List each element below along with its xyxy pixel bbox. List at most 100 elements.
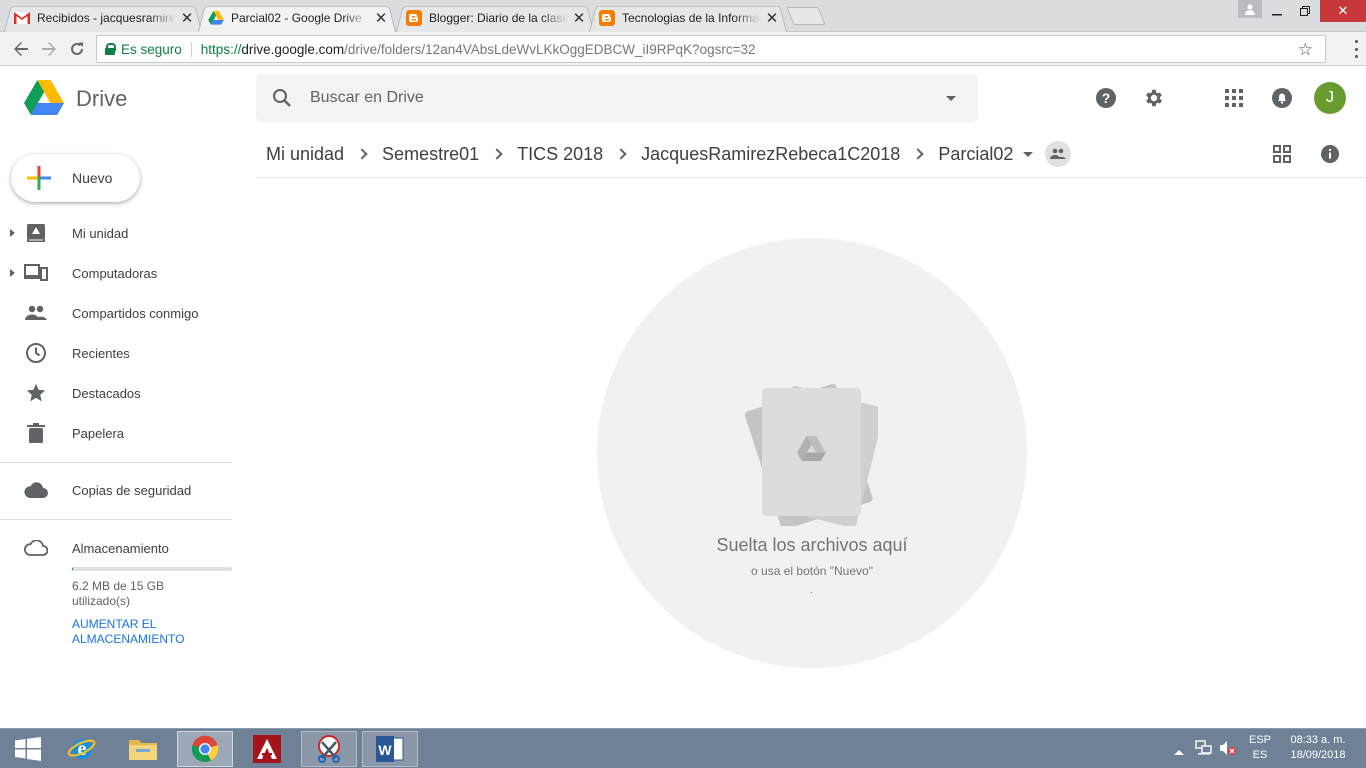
secure-label: Es seguro [121, 41, 192, 57]
shared-folder-people-icon[interactable] [1045, 141, 1072, 167]
sidebar-item-computadoras[interactable]: Computadoras [0, 253, 232, 293]
volume-muted-icon[interactable] [1219, 740, 1237, 761]
url-host: drive.google.com [241, 41, 345, 57]
plus-icon [27, 166, 51, 190]
back-arrow-icon[interactable] [10, 38, 32, 60]
breadcrumb-tics-2018[interactable]: TICS 2018 [517, 144, 603, 165]
sidebar-item-almacenamiento[interactable]: Almacenamiento [0, 528, 232, 568]
upgrade-storage-link[interactable]: Aumentar el almacenamiento [72, 617, 222, 647]
browser-tab-blogger-1[interactable]: Blogger: Diario de la clase ✕ [396, 4, 594, 32]
sidebar-item-copias-seguridad[interactable]: Copias de seguridad [0, 470, 232, 510]
lock-icon [105, 43, 116, 55]
sidebar-item-label: Almacenamiento [72, 540, 169, 556]
storage-progress-fill [72, 567, 73, 571]
sidebar-item-mi-unidad[interactable]: Mi unidad [0, 213, 232, 253]
blogger-icon [599, 10, 615, 26]
browser-tab-drive[interactable]: Parcial02 - Google Drive ✕ [198, 4, 396, 32]
chevron-right-icon [356, 148, 368, 160]
internet-explorer-icon[interactable]: e [54, 731, 110, 767]
chevron-right-icon [912, 148, 924, 160]
close-tab-icon[interactable]: ✕ [765, 9, 779, 27]
notifications-bell-icon[interactable] [1270, 86, 1294, 110]
expand-arrow-icon[interactable] [10, 269, 15, 277]
sidebar-item-label: Recientes [72, 345, 130, 361]
new-tab-button[interactable] [786, 7, 826, 25]
sidebar-item-label: Computadoras [72, 265, 158, 281]
shared-with-me-icon [24, 301, 48, 325]
word-icon[interactable]: W [362, 731, 418, 767]
star-icon [24, 381, 48, 405]
snipping-tool-icon[interactable] [301, 731, 357, 767]
apps-grid-icon[interactable] [1222, 86, 1246, 110]
breadcrumb-semestre01[interactable]: Semestre01 [382, 144, 479, 165]
sidebar-divider [0, 519, 232, 520]
my-drive-icon [24, 221, 48, 245]
sidebar-item-destacados[interactable]: Destacados [0, 373, 232, 413]
search-options-chevron-icon[interactable] [946, 95, 956, 101]
drive-brand[interactable]: Drive [76, 86, 127, 112]
breadcrumb-mi-unidad[interactable]: Mi unidad [266, 144, 344, 165]
breadcrumb-parcial02[interactable]: Parcial02 [938, 144, 1013, 165]
search-input[interactable]: Buscar en Drive [310, 89, 946, 107]
info-icon[interactable] [1318, 142, 1342, 166]
chevron-right-icon [491, 148, 503, 160]
gmail-icon [14, 10, 30, 26]
restore-icon[interactable] [1290, 0, 1320, 22]
settings-gear-icon[interactable] [1142, 86, 1166, 110]
drop-zone-dot: . [810, 585, 813, 596]
user-profile-icon[interactable] [1238, 0, 1262, 18]
search-icon[interactable] [270, 86, 294, 110]
avatar[interactable]: J [1314, 82, 1346, 114]
system-clock[interactable]: 08:33 a. m. 18/09/2018 [1280, 733, 1356, 763]
drive-logo-icon[interactable] [24, 80, 64, 116]
reload-icon[interactable] [66, 38, 88, 60]
chrome-icon[interactable] [177, 731, 233, 767]
close-tab-icon[interactable]: ✕ [374, 9, 388, 27]
file-explorer-icon[interactable] [115, 731, 171, 767]
expand-arrow-icon[interactable] [10, 229, 15, 237]
minimize-icon[interactable] [1262, 0, 1292, 22]
sidebar-nav: Mi unidad Computadoras Compartidos conmi… [0, 213, 232, 453]
sidebar-item-papelera[interactable]: Papelera [0, 413, 232, 453]
breadcrumb-jacques-folder[interactable]: JacquesRamirezRebeca1C2018 [641, 144, 900, 165]
blogger-icon [406, 10, 422, 26]
drop-zone-subtitle: o usa el botón "Nuevo" [751, 564, 873, 578]
sidebar-item-label: Copias de seguridad [72, 482, 192, 498]
autocad-icon[interactable] [239, 731, 295, 767]
close-tab-icon[interactable]: ✕ [180, 9, 194, 27]
browser-menu-icon[interactable] [1354, 40, 1358, 58]
windows-start-icon[interactable] [0, 731, 56, 767]
language-code: ESP [1248, 734, 1271, 746]
drop-zone-title: Suelta los archivos aquí [716, 535, 908, 555]
recent-clock-icon [24, 341, 48, 365]
sidebar-item-label: Destacados [72, 385, 141, 401]
drive-icon [208, 10, 224, 26]
address-bar[interactable]: Es seguro https:// drive.google.com /dri… [96, 35, 1326, 63]
forward-arrow-icon[interactable] [38, 38, 60, 60]
url-path: /drive/folders/12an4VAbsLdeWvLKkOggEDBCW… [344, 41, 756, 57]
browser-tab-gmail[interactable]: Recibidos - jacquesramirez ✕ [4, 4, 202, 32]
sidebar-item-recientes[interactable]: Recientes [0, 333, 232, 373]
browser-tab-strip: Recibidos - jacquesramirez ✕ Parcial02 -… [0, 0, 1366, 32]
input-language-indicator[interactable]: ESP ES [1246, 733, 1274, 763]
new-button-label: Nuevo [72, 170, 113, 186]
close-tab-icon[interactable]: ✕ [572, 9, 586, 27]
new-button[interactable]: Nuevo [11, 154, 140, 202]
network-icon[interactable] [1195, 740, 1213, 761]
folder-menu-chevron-down-icon[interactable] [1023, 151, 1034, 157]
tab-title: Tecnologias de la Informacion [622, 11, 761, 25]
sidebar-item-compartidos[interactable]: Compartidos conmigo [0, 293, 232, 333]
keyboard-layout-code: ES [1252, 749, 1268, 761]
sidebar-divider [0, 462, 232, 463]
tab-title: Recibidos - jacquesramirez [37, 11, 176, 25]
help-icon[interactable]: ? [1094, 86, 1118, 110]
tab-title: Blogger: Diario de la clase [429, 11, 568, 25]
bookmark-star-icon[interactable]: ☆ [1298, 40, 1313, 60]
grid-view-icon[interactable] [1270, 142, 1294, 166]
breadcrumb: Mi unidad Semestre01 TICS 2018 JacquesRa… [266, 141, 1072, 167]
close-window-icon[interactable]: ✕ [1320, 0, 1366, 22]
show-hidden-icons-chevron-up-icon[interactable] [1174, 743, 1184, 761]
browser-tab-blogger-2[interactable]: Tecnologias de la Informacion ✕ [589, 4, 787, 32]
empty-folder-illustration [738, 376, 885, 530]
search-bar[interactable]: Buscar en Drive [256, 74, 978, 122]
